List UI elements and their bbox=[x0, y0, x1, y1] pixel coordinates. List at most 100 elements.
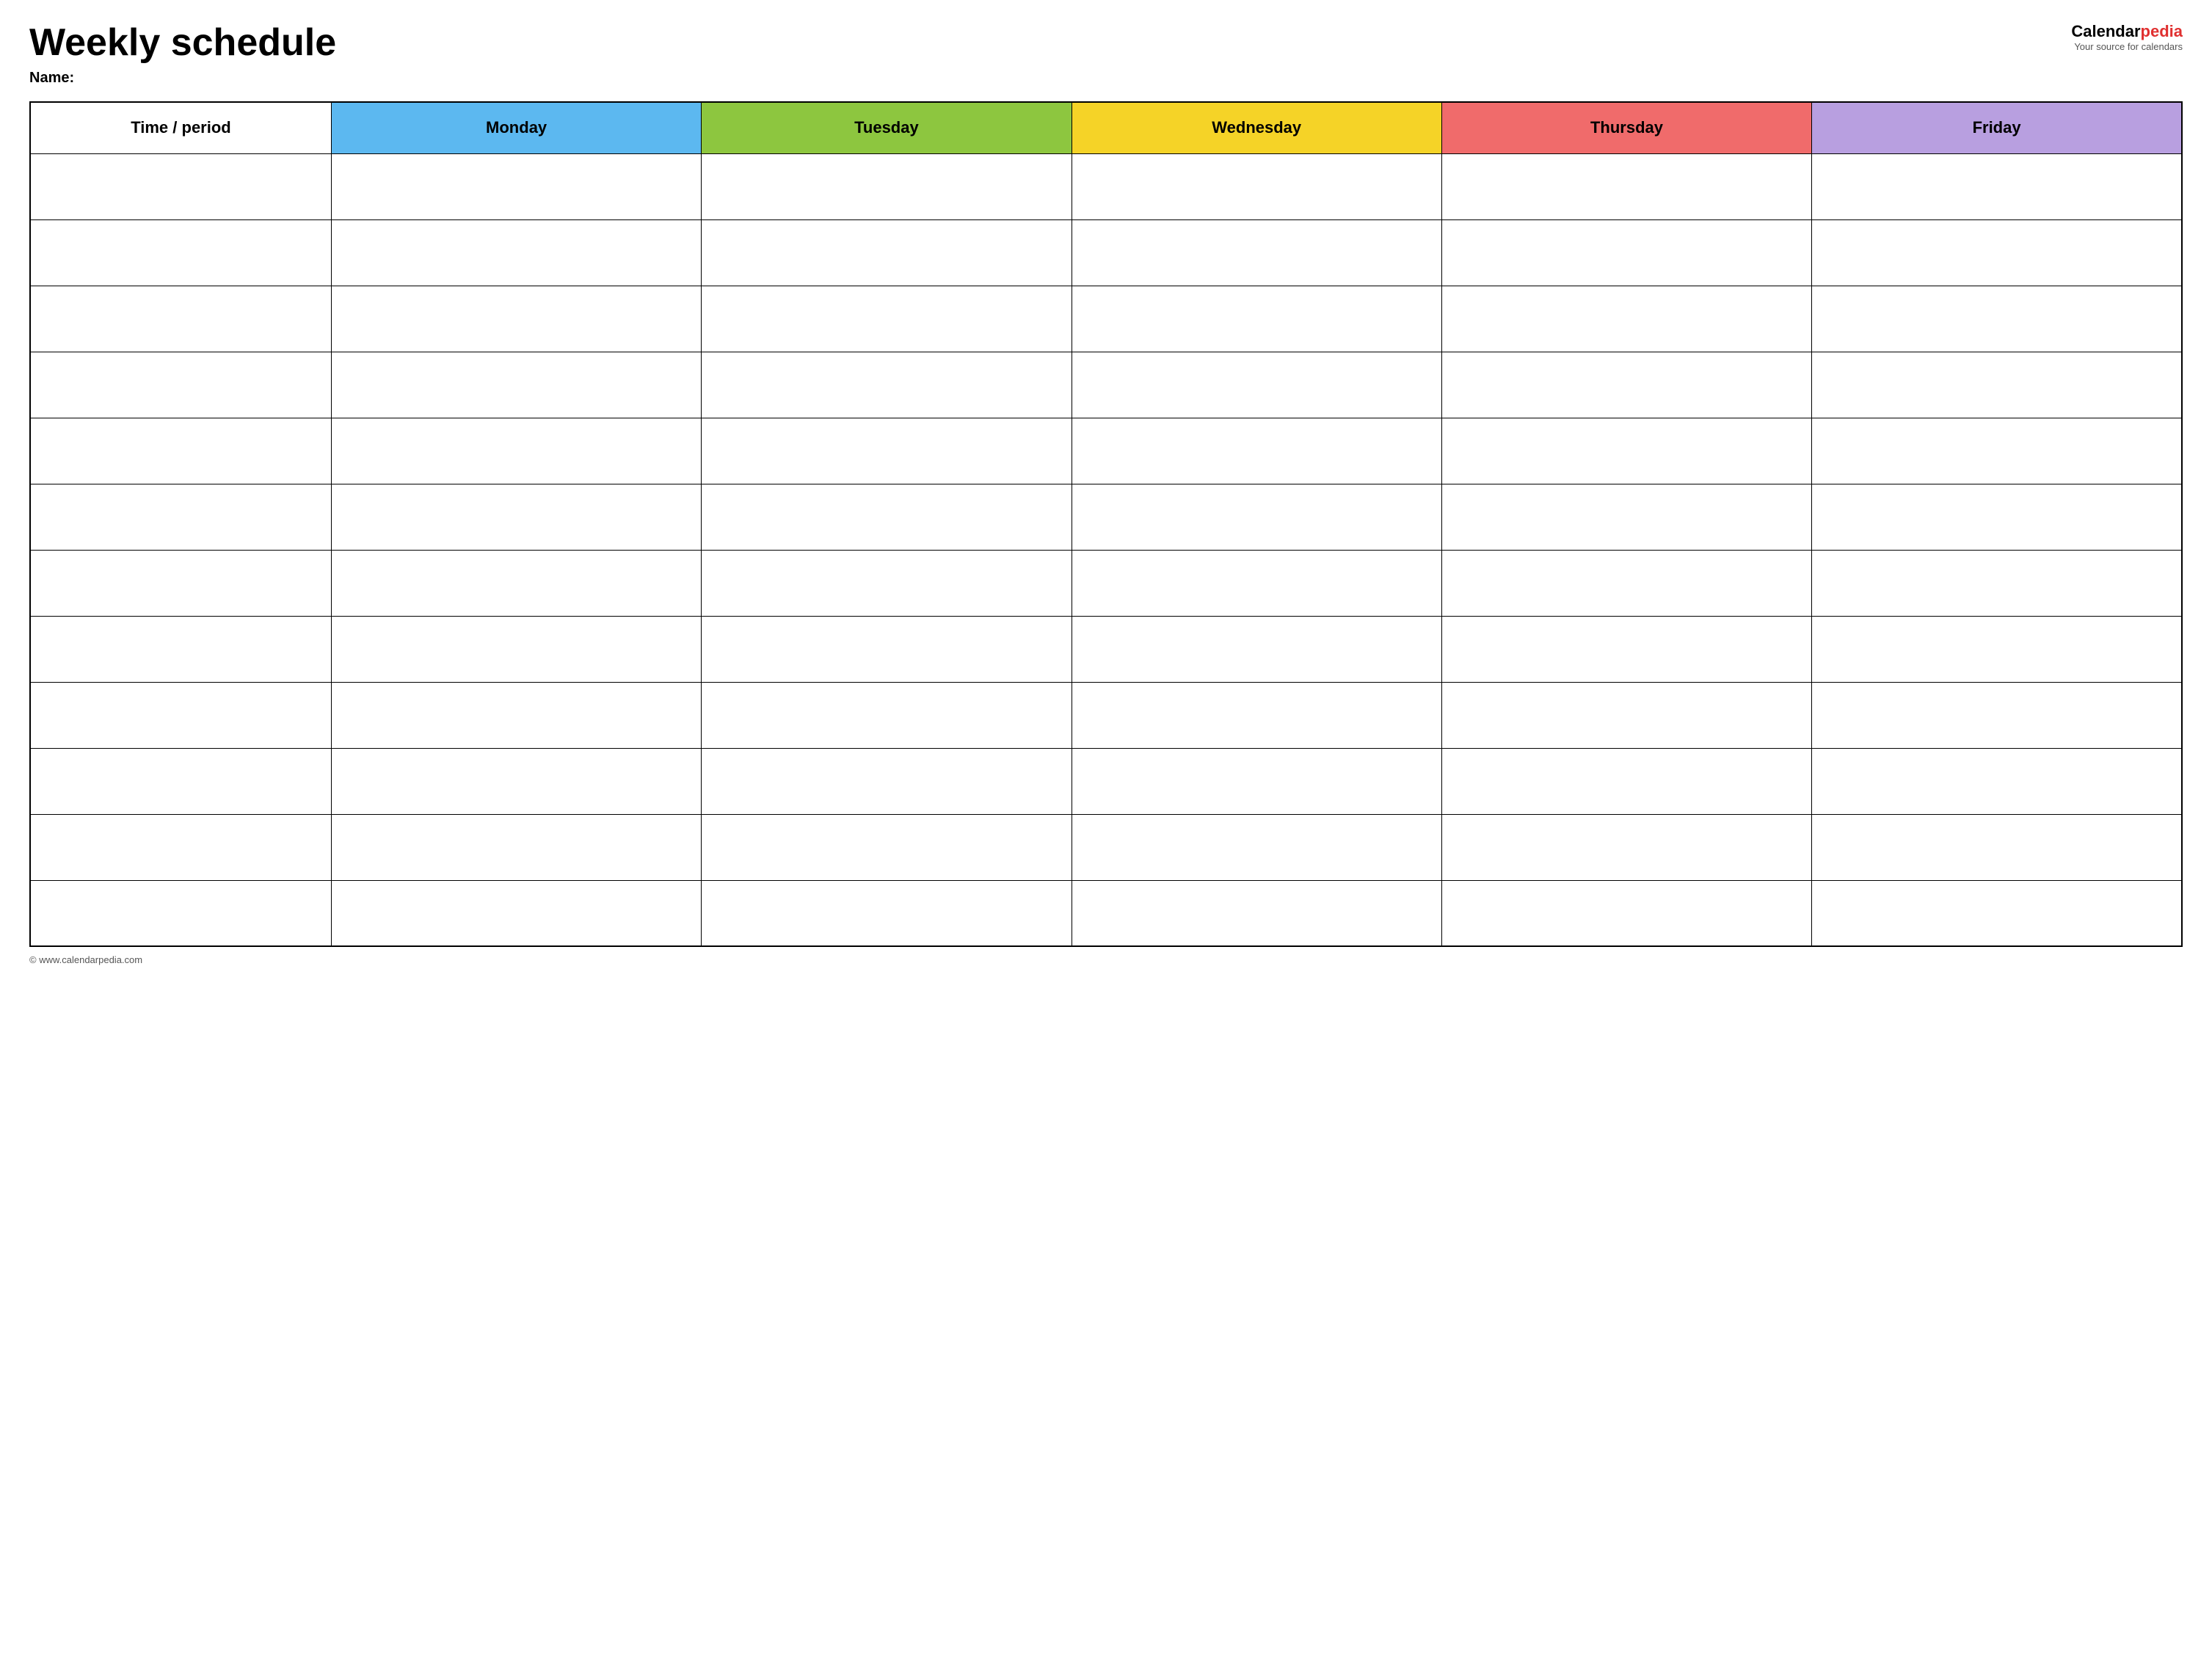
col-header-thursday: Thursday bbox=[1441, 102, 1811, 153]
schedule-cell[interactable] bbox=[1441, 814, 1811, 880]
schedule-cell[interactable] bbox=[331, 418, 701, 484]
time-cell[interactable] bbox=[30, 153, 331, 219]
col-header-tuesday: Tuesday bbox=[702, 102, 1072, 153]
schedule-cell[interactable] bbox=[1072, 219, 1441, 286]
time-cell[interactable] bbox=[30, 550, 331, 616]
schedule-cell[interactable] bbox=[1441, 352, 1811, 418]
footer: © www.calendarpedia.com bbox=[29, 954, 2183, 965]
schedule-cell[interactable] bbox=[702, 286, 1072, 352]
title-section: Weekly schedule Name: bbox=[29, 22, 336, 87]
schedule-cell[interactable] bbox=[331, 814, 701, 880]
schedule-cell[interactable] bbox=[1072, 814, 1441, 880]
table-row bbox=[30, 153, 2182, 219]
schedule-cell[interactable] bbox=[1812, 682, 2182, 748]
schedule-cell[interactable] bbox=[1441, 550, 1811, 616]
schedule-cell[interactable] bbox=[1441, 219, 1811, 286]
schedule-cell[interactable] bbox=[702, 219, 1072, 286]
schedule-body bbox=[30, 153, 2182, 946]
schedule-cell[interactable] bbox=[331, 286, 701, 352]
table-row bbox=[30, 219, 2182, 286]
schedule-cell[interactable] bbox=[702, 682, 1072, 748]
schedule-cell[interactable] bbox=[1812, 219, 2182, 286]
table-row bbox=[30, 418, 2182, 484]
schedule-table: Time / period Monday Tuesday Wednesday T… bbox=[29, 101, 2183, 947]
time-cell[interactable] bbox=[30, 682, 331, 748]
logo-area: Calendarpedia Your source for calendars bbox=[2071, 22, 2183, 52]
table-row bbox=[30, 352, 2182, 418]
col-header-friday: Friday bbox=[1812, 102, 2182, 153]
header: Weekly schedule Name: Calendarpedia Your… bbox=[29, 22, 2183, 87]
time-cell[interactable] bbox=[30, 219, 331, 286]
schedule-cell[interactable] bbox=[1072, 550, 1441, 616]
logo-accent: pedia bbox=[2141, 22, 2183, 40]
schedule-cell[interactable] bbox=[331, 219, 701, 286]
table-row bbox=[30, 880, 2182, 946]
schedule-cell[interactable] bbox=[1441, 682, 1811, 748]
table-row bbox=[30, 616, 2182, 682]
schedule-cell[interactable] bbox=[331, 880, 701, 946]
schedule-cell[interactable] bbox=[1441, 286, 1811, 352]
schedule-cell[interactable] bbox=[1812, 880, 2182, 946]
schedule-cell[interactable] bbox=[1812, 484, 2182, 550]
schedule-cell[interactable] bbox=[1441, 880, 1811, 946]
schedule-cell[interactable] bbox=[1441, 616, 1811, 682]
schedule-cell[interactable] bbox=[331, 153, 701, 219]
table-row bbox=[30, 484, 2182, 550]
schedule-cell[interactable] bbox=[702, 814, 1072, 880]
page-container: Weekly schedule Name: Calendarpedia Your… bbox=[29, 22, 2183, 965]
time-cell[interactable] bbox=[30, 418, 331, 484]
schedule-cell[interactable] bbox=[1812, 286, 2182, 352]
schedule-cell[interactable] bbox=[331, 748, 701, 814]
schedule-cell[interactable] bbox=[702, 550, 1072, 616]
col-header-wednesday: Wednesday bbox=[1072, 102, 1441, 153]
col-header-monday: Monday bbox=[331, 102, 701, 153]
schedule-cell[interactable] bbox=[702, 418, 1072, 484]
schedule-cell[interactable] bbox=[331, 616, 701, 682]
schedule-cell[interactable] bbox=[1812, 748, 2182, 814]
schedule-cell[interactable] bbox=[1812, 352, 2182, 418]
schedule-cell[interactable] bbox=[1072, 352, 1441, 418]
schedule-cell[interactable] bbox=[331, 484, 701, 550]
time-cell[interactable] bbox=[30, 748, 331, 814]
schedule-cell[interactable] bbox=[331, 352, 701, 418]
logo-text: Calendarpedia bbox=[2071, 22, 2183, 41]
schedule-cell[interactable] bbox=[1072, 286, 1441, 352]
time-cell[interactable] bbox=[30, 814, 331, 880]
schedule-cell[interactable] bbox=[1072, 616, 1441, 682]
schedule-cell[interactable] bbox=[702, 880, 1072, 946]
schedule-cell[interactable] bbox=[1072, 880, 1441, 946]
time-cell[interactable] bbox=[30, 286, 331, 352]
table-row bbox=[30, 550, 2182, 616]
schedule-cell[interactable] bbox=[702, 352, 1072, 418]
schedule-cell[interactable] bbox=[702, 153, 1072, 219]
schedule-cell[interactable] bbox=[1441, 418, 1811, 484]
time-cell[interactable] bbox=[30, 616, 331, 682]
schedule-cell[interactable] bbox=[1072, 153, 1441, 219]
schedule-cell[interactable] bbox=[1812, 418, 2182, 484]
schedule-cell[interactable] bbox=[331, 550, 701, 616]
schedule-cell[interactable] bbox=[702, 748, 1072, 814]
logo-subtitle: Your source for calendars bbox=[2074, 41, 2183, 52]
schedule-cell[interactable] bbox=[1441, 484, 1811, 550]
schedule-cell[interactable] bbox=[1072, 682, 1441, 748]
page-title: Weekly schedule bbox=[29, 22, 336, 64]
time-cell[interactable] bbox=[30, 484, 331, 550]
col-header-time: Time / period bbox=[30, 102, 331, 153]
schedule-cell[interactable] bbox=[1072, 484, 1441, 550]
schedule-cell[interactable] bbox=[1812, 153, 2182, 219]
time-cell[interactable] bbox=[30, 880, 331, 946]
schedule-cell[interactable] bbox=[1072, 418, 1441, 484]
schedule-cell[interactable] bbox=[1812, 616, 2182, 682]
name-label: Name: bbox=[29, 70, 336, 87]
schedule-cell[interactable] bbox=[1441, 153, 1811, 219]
schedule-cell[interactable] bbox=[702, 616, 1072, 682]
table-row bbox=[30, 286, 2182, 352]
schedule-cell[interactable] bbox=[1072, 748, 1441, 814]
table-header-row: Time / period Monday Tuesday Wednesday T… bbox=[30, 102, 2182, 153]
schedule-cell[interactable] bbox=[1812, 814, 2182, 880]
schedule-cell[interactable] bbox=[1812, 550, 2182, 616]
schedule-cell[interactable] bbox=[1441, 748, 1811, 814]
schedule-cell[interactable] bbox=[702, 484, 1072, 550]
time-cell[interactable] bbox=[30, 352, 331, 418]
schedule-cell[interactable] bbox=[331, 682, 701, 748]
